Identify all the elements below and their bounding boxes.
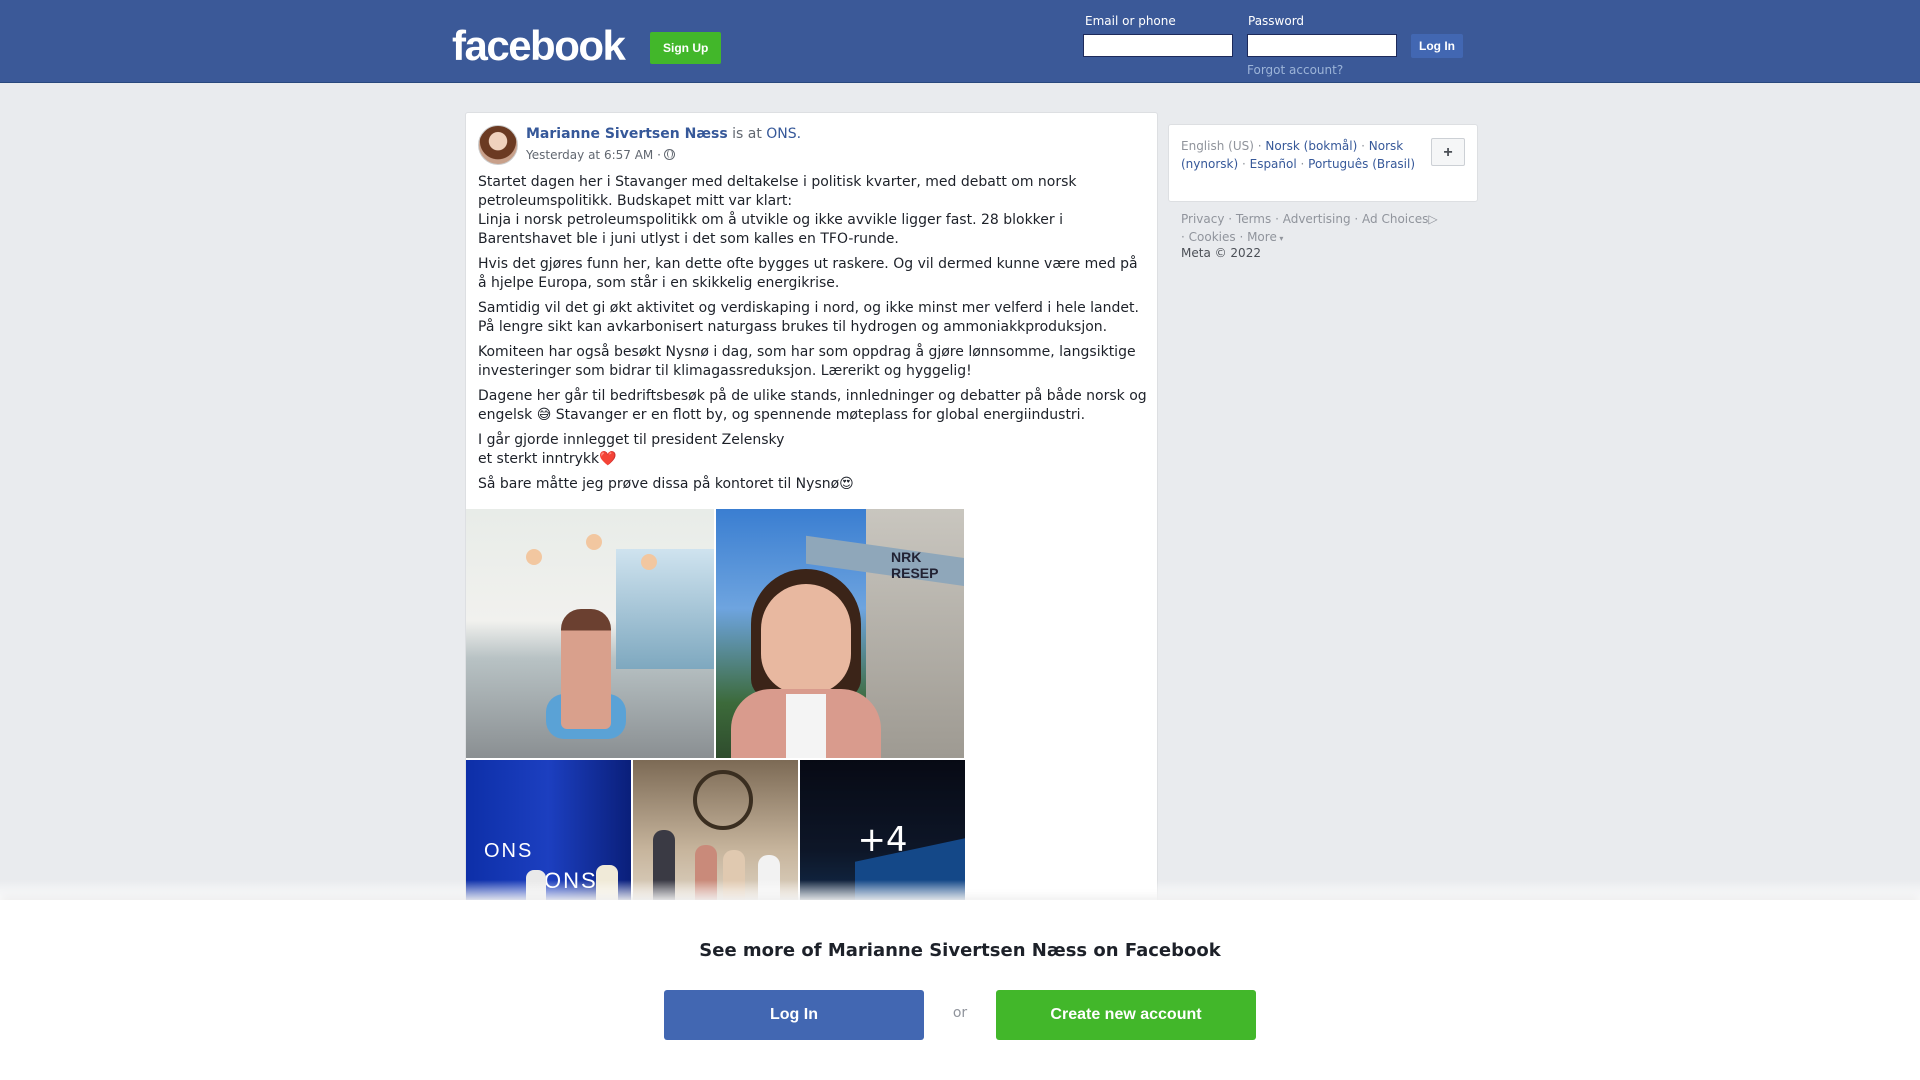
- post-header: Marianne Sivertsen Næss is at ONS.: [526, 126, 801, 142]
- photo-wall-logo: [693, 770, 753, 830]
- email-label: Email or phone: [1085, 14, 1176, 28]
- footer-link-more[interactable]: More: [1247, 230, 1277, 244]
- language-link[interactable]: Norsk (bokmål): [1265, 139, 1357, 153]
- post-paragraph: Dagene her går til bedriftsbesøk på de u…: [478, 388, 1147, 423]
- email-field[interactable]: [1083, 34, 1233, 57]
- photo-shirt: [786, 694, 826, 758]
- post-paragraph: Startet dagen her i Stavanger med deltak…: [478, 174, 1077, 247]
- login-overlay: [0, 900, 1920, 1080]
- footer-link-privacy[interactable]: Privacy: [1181, 212, 1224, 226]
- footer-links: Privacy · Terms · Advertising · Ad Choic…: [1181, 212, 1438, 244]
- is-at-text: is at: [732, 126, 762, 142]
- forgot-account-link[interactable]: Forgot account?: [1247, 63, 1343, 77]
- post-paragraph: Samtidig vil det gi økt aktivitet og ver…: [478, 300, 1139, 335]
- post-paragraph: I går gjorde innlegget til president Zel…: [478, 432, 785, 467]
- overlay-or-text: or: [952, 1005, 968, 1021]
- photo-person: [561, 609, 611, 729]
- photo-lamp: [586, 534, 602, 550]
- photo-selfie-nrk[interactable]: NRK RESEP: [716, 509, 964, 758]
- add-language-button[interactable]: +: [1431, 138, 1465, 166]
- photo-lamp: [641, 554, 657, 570]
- post-paragraph: Hvis det gjøres funn her, kan dette ofte…: [478, 256, 1138, 291]
- footer-link-advertising[interactable]: Advertising: [1283, 212, 1351, 226]
- post-paragraph: Komiteen har også besøkt Nysnø i dag, so…: [478, 344, 1136, 379]
- header-login-button[interactable]: Log In: [1411, 34, 1463, 58]
- footer-link-terms[interactable]: Terms: [1236, 212, 1271, 226]
- language-link[interactable]: Português (Brasil): [1308, 157, 1415, 171]
- photo-ons-text: ONS: [484, 840, 534, 862]
- chevron-down-icon: ▾: [1276, 234, 1284, 243]
- post-timestamp: Yesterday at 6:57 AM ·: [526, 148, 675, 162]
- copyright: Meta © 2022: [1181, 246, 1261, 260]
- post-card: Marianne Sivertsen Næss is at ONS. Yeste…: [465, 112, 1158, 1012]
- password-field[interactable]: [1247, 34, 1397, 57]
- photo-sign-text: NRK RESEP: [891, 549, 939, 581]
- globe-icon: [663, 149, 675, 160]
- footer-link-cookies[interactable]: Cookies: [1189, 230, 1236, 244]
- create-account-button[interactable]: Create new account: [996, 990, 1256, 1040]
- overlay-fade: [0, 880, 1920, 900]
- photo-lamp: [526, 549, 542, 565]
- photo-face: [761, 584, 851, 694]
- ad-choices-icon: ▷: [1428, 212, 1438, 226]
- language-selector: English (US) · Norsk (bokmål) · Norsk (n…: [1168, 124, 1478, 202]
- sign-up-button[interactable]: Sign Up: [650, 32, 722, 64]
- author-avatar[interactable]: [478, 125, 518, 165]
- top-bar: facebook Sign Up Email or phone Password…: [0, 0, 1920, 83]
- footer-link-ad-choices[interactable]: Ad Choices: [1362, 212, 1428, 226]
- author-name-link[interactable]: Marianne Sivertsen Næss: [526, 126, 728, 142]
- post-paragraph: Så bare måtte jeg prøve dissa på kontore…: [478, 476, 854, 492]
- language-current: English (US): [1181, 139, 1254, 153]
- overlay-title: See more of Marianne Sivertsen Næss on F…: [699, 940, 1221, 961]
- timestamp-link[interactable]: Yesterday at 6:57 AM ·: [526, 148, 661, 162]
- photo-office-chair[interactable]: [466, 509, 714, 758]
- photo-window: [616, 549, 714, 669]
- facebook-logo[interactable]: facebook: [452, 22, 626, 70]
- place-link[interactable]: ONS.: [766, 126, 801, 142]
- language-list: English (US) · Norsk (bokmål) · Norsk (n…: [1181, 139, 1416, 171]
- password-label: Password: [1248, 14, 1305, 28]
- overlay-login-button[interactable]: Log In: [664, 990, 924, 1040]
- post-text: Startet dagen her i Stavanger med deltak…: [478, 173, 1148, 500]
- language-link[interactable]: Español: [1250, 157, 1297, 171]
